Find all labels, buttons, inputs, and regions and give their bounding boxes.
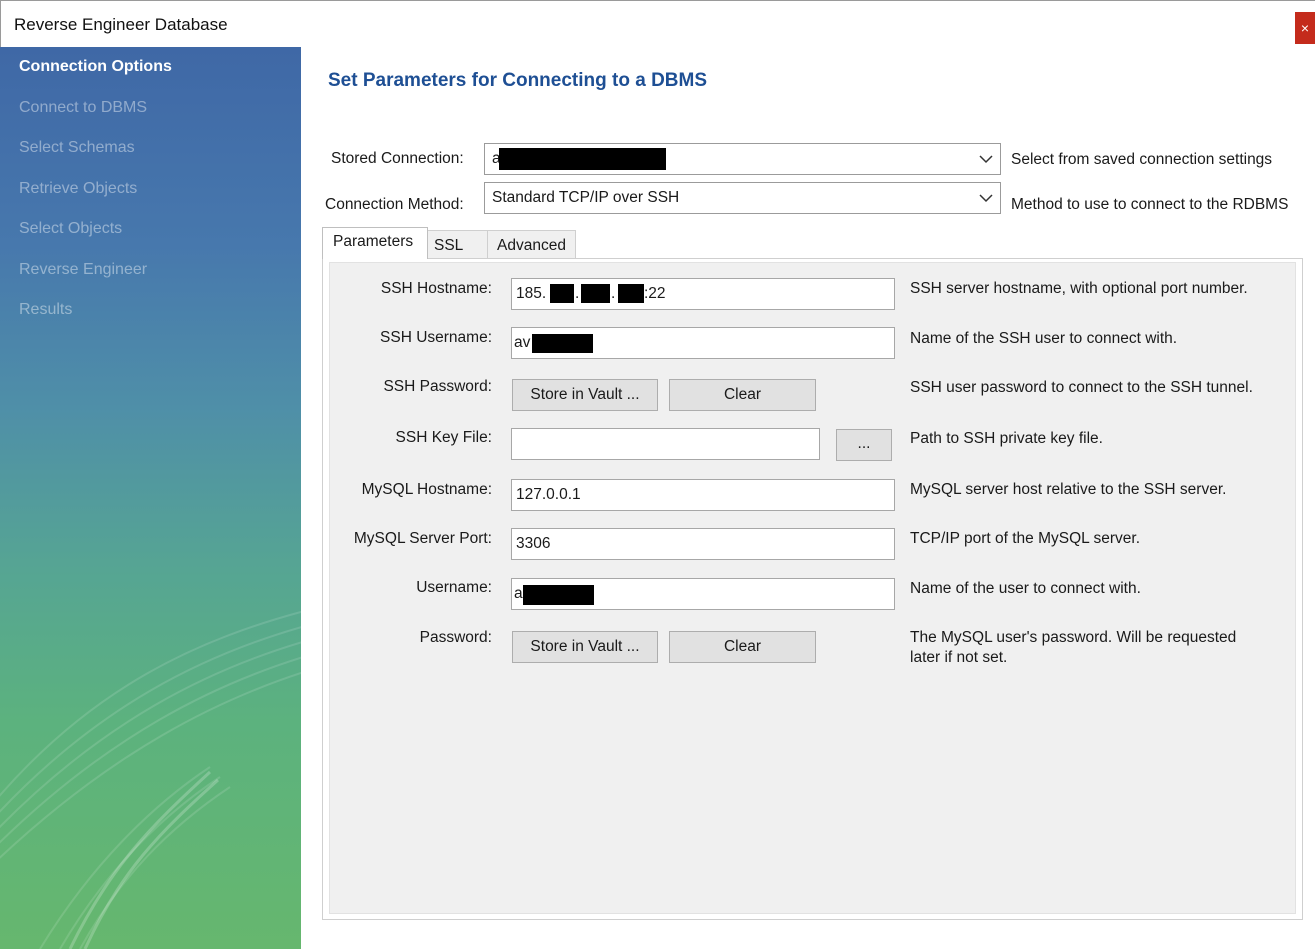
ssh-key-file-input[interactable]	[511, 428, 820, 460]
ssh-username-value: av	[514, 334, 531, 351]
ssh-hostname-prefix: 185.	[516, 285, 547, 302]
mysql-port-input[interactable]: 3306	[511, 528, 895, 560]
mysql-port-label: MySQL Server Port:	[353, 530, 492, 547]
username-description: Name of the user to connect with.	[910, 580, 1141, 597]
username-label: Username:	[416, 579, 492, 596]
stored-connection-description: Select from saved connection settings	[1011, 151, 1273, 168]
tab-parameters-label: Parameters	[333, 233, 414, 250]
tab-advanced[interactable]: Advanced	[487, 230, 576, 259]
stored-connection-select[interactable]: a	[484, 143, 1001, 175]
mysql-port-description: TCP/IP port of the MySQL server.	[910, 530, 1141, 547]
ssh-password-label: SSH Password:	[383, 378, 492, 395]
redaction-block	[523, 585, 594, 605]
ssh-key-file-label: SSH Key File:	[395, 429, 492, 446]
step-retrieve-objects: Retrieve Objects	[19, 180, 138, 197]
redaction-block	[550, 284, 574, 303]
ssh-hostname-description: SSH server hostname, with optional port …	[910, 280, 1248, 297]
ssh-password-store-button[interactable]: Store in Vault ...	[512, 379, 658, 411]
password-description: The MySQL user's password. Will be reque…	[910, 629, 1237, 666]
step-connect-to-dbms: Connect to DBMS	[19, 99, 148, 116]
username-value: a	[514, 585, 523, 602]
tab-advanced-label: Advanced	[497, 237, 566, 254]
mysql-hostname-value: 127.0.0.1	[516, 486, 581, 503]
ssh-password-clear-button[interactable]: Clear	[669, 379, 816, 411]
wizard-sidebar: Connection Options Connect to DBMS Selec…	[0, 47, 301, 949]
close-button[interactable]: ×	[1295, 12, 1315, 44]
mysql-hostname-label: MySQL Hostname:	[361, 481, 492, 498]
ssh-username-description: Name of the SSH user to connect with.	[910, 330, 1178, 347]
ssh-username-input[interactable]: av	[511, 327, 895, 359]
redaction-block	[618, 284, 644, 303]
redaction-block	[581, 284, 610, 303]
step-connection-options: Connection Options	[19, 58, 172, 75]
chevron-down-icon	[979, 155, 993, 164]
ssh-password-description: SSH user password to connect to the SSH …	[910, 379, 1253, 396]
ssh-hostname-input[interactable]: 185. . . :22	[511, 278, 895, 310]
step-results: Results	[19, 301, 73, 318]
mysql-hostname-description: MySQL server host relative to the SSH se…	[910, 481, 1227, 498]
connection-method-description: Method to use to connect to the RDBMS	[1011, 196, 1289, 213]
stored-connection-label: Stored Connection:	[331, 150, 464, 167]
step-select-schemas: Select Schemas	[19, 139, 135, 156]
password-label: Password:	[419, 629, 492, 646]
step-reverse-engineer: Reverse Engineer	[19, 261, 148, 278]
ssh-key-file-description: Path to SSH private key file.	[910, 430, 1103, 447]
username-input[interactable]: a	[511, 578, 895, 610]
connection-method-select[interactable]: Standard TCP/IP over SSH	[484, 182, 1001, 214]
chevron-down-icon	[979, 194, 993, 203]
mysql-port-value: 3306	[516, 535, 551, 552]
ssh-username-label: SSH Username:	[380, 329, 492, 346]
page-title: Set Parameters for Connecting to a DBMS	[328, 70, 708, 91]
close-icon: ×	[1300, 20, 1310, 36]
redaction-block	[532, 334, 593, 353]
title-bar: Reverse Engineer Database ×	[0, 0, 1315, 47]
step-select-objects: Select Objects	[19, 220, 123, 237]
password-clear-button[interactable]: Clear	[669, 631, 816, 663]
connection-method-value: Standard TCP/IP over SSH	[492, 189, 680, 206]
redaction-block	[499, 148, 666, 170]
ssh-key-file-browse-button[interactable]: ...	[836, 429, 892, 461]
tab-ssl-label: SSL	[434, 237, 464, 254]
ssh-hostname-separator: .	[611, 285, 616, 302]
mysql-hostname-input[interactable]: 127.0.0.1	[511, 479, 895, 511]
window-title: Reverse Engineer Database	[14, 15, 228, 34]
tab-parameters[interactable]: Parameters	[322, 227, 428, 259]
tab-ssl[interactable]: SSL	[427, 230, 488, 259]
ssh-hostname-separator: .	[575, 285, 580, 302]
password-store-button[interactable]: Store in Vault ...	[512, 631, 658, 663]
ssh-hostname-port: :22	[644, 285, 666, 302]
connection-method-label: Connection Method:	[325, 196, 464, 213]
ssh-hostname-label: SSH Hostname:	[380, 280, 492, 297]
